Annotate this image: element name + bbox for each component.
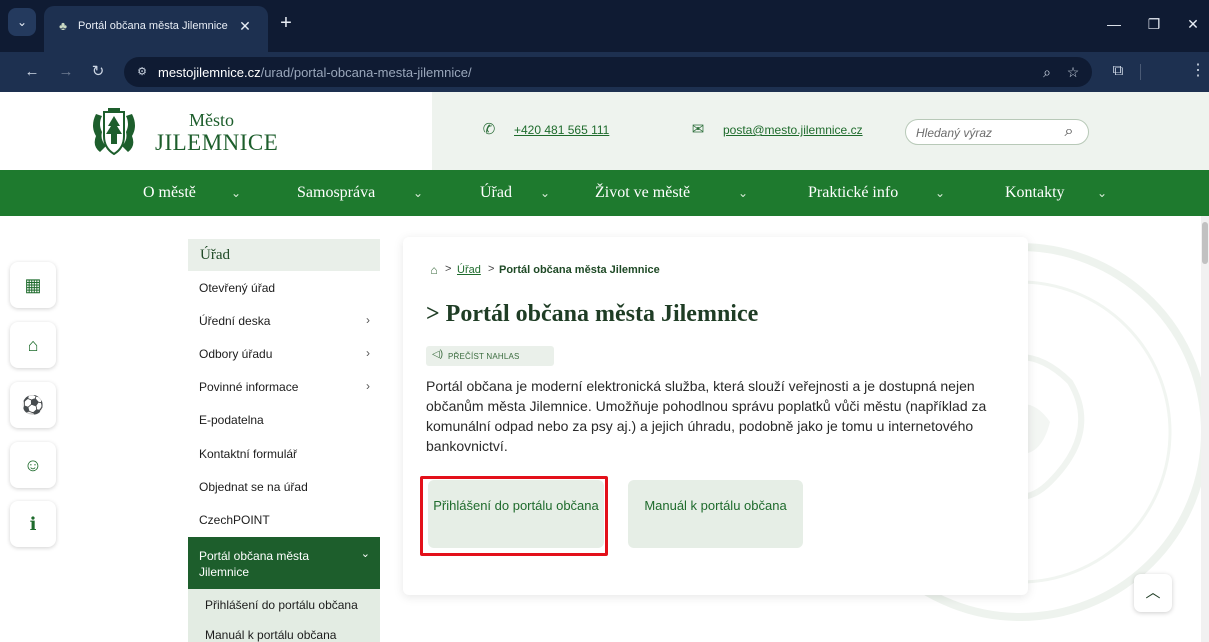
logo-text-name[interactable]: JILEMNICE bbox=[155, 130, 278, 156]
url-path: /urad/portal-obcana-mesta-jilemnice/ bbox=[260, 65, 472, 80]
sidebar-item-czechpoint[interactable]: CzechPOINT bbox=[188, 503, 380, 536]
nav-item-kontakty[interactable]: Kontakty bbox=[1005, 184, 1065, 202]
sidebar-subitem-prihlaseni[interactable]: Přihlášení do portálu občana bbox=[188, 589, 380, 619]
tab-list-icon[interactable]: ⌄ bbox=[8, 8, 36, 36]
back-icon[interactable]: ← bbox=[22, 62, 42, 82]
sidebar-heading[interactable]: Úřad bbox=[188, 239, 380, 271]
breadcrumb-current: Portál občana města Jilemnice bbox=[499, 264, 660, 276]
search-icon[interactable]: ⌕ bbox=[1060, 122, 1078, 142]
bank-icon[interactable]: ⌂ bbox=[10, 322, 56, 368]
favicon-icon: ♣ bbox=[59, 19, 67, 33]
sidebar-subitem-manual[interactable]: Manuál k portálu občana bbox=[188, 619, 380, 642]
chevron-down-icon[interactable]: ⌄ bbox=[1097, 186, 1107, 200]
logo-text-small[interactable]: Město bbox=[189, 110, 234, 131]
chevron-down-icon[interactable]: ⌄ bbox=[231, 186, 241, 200]
sidebar-item-label: Objednat se na úřad bbox=[199, 480, 308, 494]
manual-button[interactable]: Manuál k portálu občana bbox=[628, 480, 803, 548]
address-bar: ← → ↻ ⚙ mestojilemnice.cz/urad/portal-ob… bbox=[0, 52, 1209, 92]
sidebar-subitem-label: Přihlášení do portálu občana bbox=[205, 598, 358, 612]
email-link[interactable]: posta@mesto.jilemnice.cz bbox=[723, 123, 863, 137]
sidebar-item-label: Odbory úřadu bbox=[199, 347, 273, 361]
scrollbar-thumb[interactable] bbox=[1202, 222, 1208, 264]
minimize-icon[interactable]: — bbox=[1104, 14, 1124, 34]
tab-title: Portál občana města Jilemnice bbox=[78, 20, 228, 32]
new-tab-icon[interactable]: + bbox=[276, 13, 296, 33]
url-host: mestojilemnice.cz bbox=[158, 65, 261, 80]
read-aloud-button[interactable]: ◁) PŘEČÍST NAHLAS bbox=[426, 346, 554, 366]
chevron-down-icon[interactable]: ⌄ bbox=[935, 186, 945, 200]
sidebar-item-label: Otevřený úřad bbox=[199, 281, 276, 295]
chevron-down-icon[interactable]: ⌄ bbox=[738, 186, 748, 200]
chevron-right-icon: › bbox=[366, 379, 370, 393]
browser-tab[interactable]: ♣ Portál občana města Jilemnice ✕ bbox=[44, 6, 268, 52]
menu-icon[interactable]: ⋮ bbox=[1190, 61, 1206, 81]
sidebar-item-kontaktni-formular[interactable]: Kontaktní formulář bbox=[188, 437, 380, 470]
zoom-icon[interactable]: ⌕ bbox=[1038, 63, 1056, 81]
sidebar-subitem-label: Manuál k portálu občana bbox=[205, 628, 337, 642]
sidebar-item-label: Kontaktní formulář bbox=[199, 447, 298, 461]
manual-button-label: Manuál k portálu občana bbox=[644, 498, 787, 513]
chevron-right-icon: › bbox=[366, 313, 370, 327]
page-title: > Portál občana města Jilemnice bbox=[426, 301, 759, 327]
sidebar-item-otevreny-urad[interactable]: Otevřený úřad bbox=[188, 271, 380, 304]
chevron-right-icon: › bbox=[366, 346, 370, 360]
sidebar-item-povinne-informace[interactable]: Povinné informace › bbox=[188, 370, 380, 403]
nav-item-o-meste[interactable]: O městě bbox=[143, 184, 196, 202]
bookmark-star-icon[interactable]: ☆ bbox=[1064, 63, 1082, 81]
search-input[interactable] bbox=[916, 126, 1056, 140]
forward-icon[interactable]: → bbox=[56, 62, 76, 82]
chevron-down-icon: ⌄ bbox=[360, 548, 370, 560]
site-info-icon[interactable]: ⚙ bbox=[134, 64, 150, 80]
sidebar-item-odbory-uradu[interactable]: Odbory úřadu › bbox=[188, 337, 380, 370]
office-building-icon[interactable]: ▦ bbox=[10, 262, 56, 308]
nav-item-prakticke-info[interactable]: Praktické info bbox=[808, 184, 898, 202]
read-aloud-label: PŘEČÍST NAHLAS bbox=[448, 352, 520, 361]
sidebar-item-label: E-podatelna bbox=[199, 413, 264, 427]
sidebar-item-objednat-se[interactable]: Objednat se na úřad bbox=[188, 470, 380, 503]
breadcrumb-link-urad[interactable]: Úřad bbox=[457, 264, 481, 276]
site-header: Město JILEMNICE ✆ +420 481 565 111 ✉ pos… bbox=[0, 92, 1209, 170]
sidebar-item-label: Úřední deska bbox=[199, 314, 271, 328]
phone-link[interactable]: +420 481 565 111 bbox=[514, 123, 609, 137]
close-icon[interactable]: ✕ bbox=[236, 17, 254, 35]
window-close-icon[interactable]: ✕ bbox=[1183, 14, 1203, 34]
nav-item-zivot-ve-meste[interactable]: Život ve městě bbox=[595, 184, 690, 202]
main-nav: O městě ⌄ Samospráva ⌄ Úřad ⌄ Život ve m… bbox=[0, 170, 1209, 216]
sidebar-item-label: Povinné informace bbox=[199, 380, 299, 394]
people-icon[interactable]: ☺ bbox=[10, 442, 56, 488]
extensions-icon[interactable]: ⧉ bbox=[1108, 61, 1128, 81]
back-to-top-icon[interactable]: ︿ bbox=[1134, 574, 1172, 612]
sidebar-item-e-podatelna[interactable]: E-podatelna bbox=[188, 403, 380, 436]
restore-icon[interactable]: ❐ bbox=[1144, 14, 1164, 34]
email-icon: ✉ bbox=[691, 121, 705, 138]
search-box: ⌕ bbox=[905, 119, 1089, 145]
sidebar-heading-label: Úřad bbox=[200, 247, 230, 263]
breadcrumb-separator: > bbox=[445, 263, 452, 275]
url-text: mestojilemnice.cz/urad/portal-obcana-mes… bbox=[158, 65, 472, 80]
highlight-box bbox=[420, 476, 608, 556]
toolbar-divider bbox=[1140, 64, 1141, 80]
nav-item-samosprava[interactable]: Samospráva bbox=[297, 184, 375, 202]
soccer-ball-icon[interactable]: ⚽ bbox=[10, 382, 56, 428]
reload-icon[interactable]: ↻ bbox=[88, 62, 108, 82]
speaker-icon: ◁) bbox=[432, 349, 444, 360]
sidebar-item-label: Portál občana města Jilemnice bbox=[199, 549, 310, 579]
chevron-down-icon[interactable]: ⌄ bbox=[540, 186, 550, 200]
chevron-down-icon[interactable]: ⌄ bbox=[413, 186, 423, 200]
page-description: Portál občana je moderní elektronická sl… bbox=[426, 378, 987, 454]
url-field[interactable]: ⚙ mestojilemnice.cz/urad/portal-obcana-m… bbox=[124, 57, 1092, 87]
sidebar-item-portal-obcana[interactable]: Portál občana města Jilemnice ⌄ bbox=[188, 537, 380, 589]
city-crest-icon[interactable] bbox=[86, 106, 142, 158]
breadcrumb-separator: > bbox=[488, 263, 495, 275]
browser-tab-bar: ⌄ ♣ Portál občana města Jilemnice ✕ + — … bbox=[0, 0, 1209, 52]
scrollbar-track[interactable] bbox=[1201, 216, 1209, 642]
info-icon[interactable]: ℹ bbox=[10, 501, 56, 547]
sidebar-item-label: CzechPOINT bbox=[199, 513, 270, 527]
phone-icon: ✆ bbox=[482, 121, 496, 138]
nav-item-urad[interactable]: Úřad bbox=[480, 184, 512, 202]
home-icon[interactable]: ⌂ bbox=[427, 263, 441, 277]
sidebar-item-uredni-deska[interactable]: Úřední deska › bbox=[188, 304, 380, 337]
